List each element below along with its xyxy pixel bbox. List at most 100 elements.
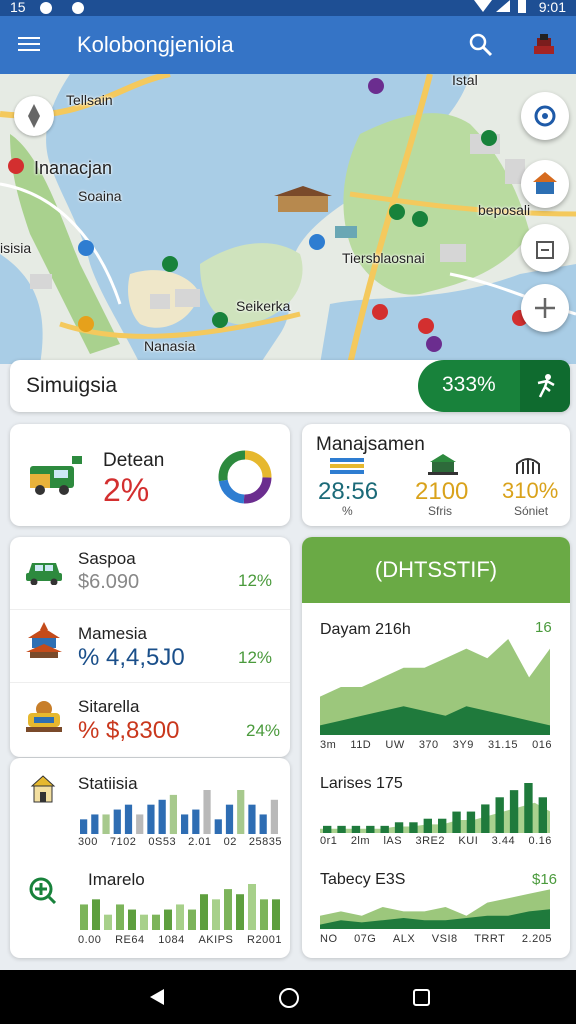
axis-tick-label: KUI <box>458 835 479 847</box>
chart-bar <box>92 899 100 930</box>
manajsamen-sub-1: % <box>342 504 353 518</box>
axis-tick-label: R2001 <box>247 934 282 946</box>
imarelo-bar-chart <box>80 884 280 930</box>
axis-tick-label: 7102 <box>109 836 137 848</box>
map-view[interactable]: Tellsain Inanacjan Soaina isisia Tiersbl… <box>0 74 576 364</box>
map-label: Tiersblaosnai <box>342 250 425 266</box>
axis-tick-label: 25835 <box>248 836 282 848</box>
chart-bar <box>158 799 166 834</box>
chart-bar <box>423 818 432 833</box>
manajsamen-card[interactable]: Manajsamen 28:56 % 2100 Sfris 310% Sónie… <box>302 424 570 526</box>
run-icon <box>537 374 555 398</box>
back-icon[interactable] <box>148 987 168 1007</box>
signal-wifi-battery-icon <box>474 0 526 13</box>
detean-card[interactable]: Detean 2% <box>10 424 290 526</box>
axis-tick-label: 3.44 <box>491 835 516 847</box>
axis-tick-label: 1084 <box>158 934 185 946</box>
list-item[interactable]: Sitarella % $,8300 24% <box>10 683 290 757</box>
stats-card: Statiisia 300 7102 0S53 2.01 02 25835 Imarelo… <box>10 758 290 958</box>
list-item-percent: 24% <box>246 721 281 740</box>
list-item[interactable]: Mamesia % 4,4,5J0 12% <box>10 610 290 683</box>
chart-bar <box>248 884 256 930</box>
axis-tick-label: 2.01 <box>188 836 212 848</box>
axis-tick-label: 3Y9 <box>452 739 474 751</box>
statisia-axis: 300 7102 0S53 2.01 02 25835 <box>78 836 282 848</box>
axis-tick-label: 2lm <box>350 835 371 847</box>
axis-tick-label: UW <box>385 739 405 751</box>
status-time: 9:01 <box>538 0 566 15</box>
chart-bar <box>124 804 133 834</box>
chart-bar <box>152 914 160 930</box>
manajsamen-value-2: 2100 <box>415 478 469 505</box>
manajsamen-sub-2: Sfris <box>428 504 452 518</box>
chart-bar <box>140 914 148 930</box>
refresh-location-icon <box>534 105 556 127</box>
list-item[interactable]: Saspoa $6.090 12% <box>10 537 290 610</box>
chart-bar <box>259 814 267 834</box>
landmarks-button[interactable] <box>521 160 569 208</box>
list-item-value: % 4,4,5J0 <box>78 644 185 671</box>
axis-tick-label: VSI8 <box>431 933 458 945</box>
plus-icon <box>535 298 555 318</box>
chart-bar <box>366 825 375 833</box>
manajsamen-title: Manajsamen <box>316 434 425 455</box>
chart-bar <box>272 899 280 930</box>
list-item-value: $6.090 <box>78 571 140 593</box>
dhtsstif-title: (DHTSSTIF) <box>374 557 498 582</box>
axis-tick-label: 0.00 <box>78 934 102 946</box>
flag-icon <box>330 458 364 474</box>
chart-bar <box>337 825 346 833</box>
app-notification-icon <box>72 2 84 14</box>
chart-bar <box>128 909 136 930</box>
simulation-percent-pill[interactable]: 333% <box>418 360 570 412</box>
home-icon[interactable] <box>278 987 300 1009</box>
chart-bar <box>495 797 504 833</box>
chart-bar <box>176 904 184 930</box>
list-item-percent: 12% <box>238 648 273 667</box>
temple-icon <box>26 622 62 658</box>
car-icon <box>26 563 62 585</box>
layers-button[interactable] <box>521 224 569 272</box>
axis-tick-label: 0.16 <box>528 835 552 847</box>
temple-icon <box>533 172 557 194</box>
recents-icon[interactable] <box>412 988 432 1008</box>
app-title: Kolobongjenioia <box>77 32 234 57</box>
chart-bar <box>192 809 200 834</box>
zoom-in-button[interactable] <box>521 284 569 332</box>
chart-bar <box>136 814 144 834</box>
status-bar: 15 9:01 <box>0 0 576 16</box>
chart-bar <box>509 790 519 833</box>
poi-list-card: Saspoa $6.090 12% Mamesia % 4,4,5J0 12% … <box>10 537 290 757</box>
map-label: isisia <box>0 240 32 256</box>
imarelo-axis: 0.00 RE64 1084 AKIPS R2001 <box>78 934 282 946</box>
axis-tick-label: 300 <box>78 836 98 848</box>
manajsamen-value-3: 310% <box>502 478 559 503</box>
recenter-button[interactable] <box>521 92 569 140</box>
compass-icon[interactable] <box>14 96 54 136</box>
chart3-axis: NO 07G ALX VSI8 TRRT 2.205 <box>320 933 552 945</box>
notification-icon <box>40 2 52 14</box>
axis-tick-label: 0r1 <box>320 835 338 847</box>
simulation-run-button[interactable] <box>520 360 570 412</box>
chart-bar <box>224 889 232 930</box>
simulation-bar[interactable]: Simuigsia 333% <box>10 360 570 412</box>
chart-bar <box>524 783 533 833</box>
palace-icon <box>26 701 62 732</box>
menu-icon[interactable] <box>18 33 42 57</box>
chart-bar <box>481 804 490 833</box>
gate-icon <box>516 458 540 474</box>
simulation-label: Simuigsia <box>26 374 118 397</box>
axis-tick-label: 07G <box>354 933 377 945</box>
dhtsstif-card[interactable]: (DHTSSTIF) Dayam 216h 16 3m 11D UW 370 3Y9 31… <box>302 537 570 958</box>
map-label: Nanasia <box>144 338 196 354</box>
search-icon[interactable] <box>468 32 494 58</box>
map-label: beposali <box>478 202 531 218</box>
map-label: Soaina <box>78 188 122 204</box>
profile-avatar-icon[interactable] <box>531 32 557 58</box>
museum-icon <box>30 775 56 803</box>
chart-bar <box>538 797 547 833</box>
chart-bar <box>188 909 196 930</box>
map-label: Istal <box>452 74 478 88</box>
list-item-value: % $,8300 <box>78 717 180 744</box>
bus-icon <box>30 456 82 495</box>
